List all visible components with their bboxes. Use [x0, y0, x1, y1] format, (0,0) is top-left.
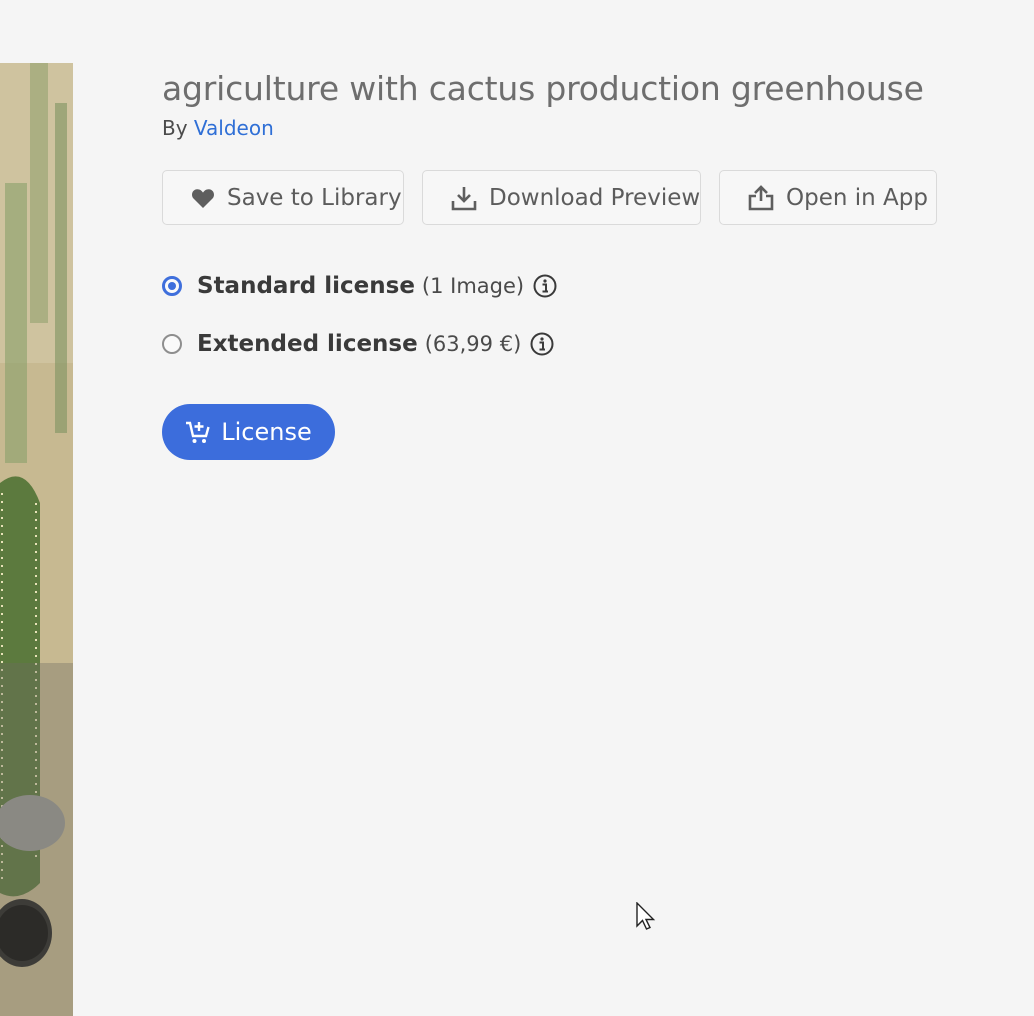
standard-license-radio[interactable] — [162, 276, 182, 296]
license-name: Standard license — [197, 273, 415, 299]
mouse-pointer-icon — [636, 901, 656, 932]
asset-preview-image — [0, 63, 73, 1016]
heart-icon — [191, 185, 215, 211]
license-options: Standard license (1 Image) Extended lice… — [162, 266, 557, 382]
save-to-library-label: Save to Library — [227, 184, 402, 211]
asset-details-panel: agriculture with cactus production green… — [162, 66, 1002, 460]
open-in-app-button[interactable]: Open in App — [719, 170, 937, 225]
author-link[interactable]: Valdeon — [194, 116, 274, 140]
info-icon[interactable] — [530, 332, 554, 356]
license-detail: (63,99 €) — [424, 332, 522, 356]
by-label: By — [162, 116, 188, 140]
save-to-library-button[interactable]: Save to Library — [162, 170, 404, 225]
asset-title: agriculture with cactus production green… — [162, 69, 924, 108]
download-icon — [451, 185, 477, 211]
license-button-label: License — [221, 418, 312, 446]
asset-actions: Save to Library Download Preview Open in… — [162, 170, 937, 225]
share-icon — [748, 184, 774, 211]
cart-add-icon — [185, 419, 211, 445]
open-in-app-label: Open in App — [786, 184, 928, 211]
extended-license-radio[interactable] — [162, 334, 182, 354]
license-detail: (1 Image) — [421, 274, 525, 298]
license-button[interactable]: License — [162, 404, 335, 460]
asset-byline: By Valdeon — [162, 115, 1002, 141]
license-name: Extended license — [197, 331, 418, 357]
extended-license-option[interactable]: Extended license (63,99 €) — [162, 324, 557, 364]
download-preview-button[interactable]: Download Preview — [422, 170, 701, 225]
standard-license-option[interactable]: Standard license (1 Image) — [162, 266, 557, 306]
download-preview-label: Download Preview — [489, 184, 701, 211]
info-icon[interactable] — [533, 274, 557, 298]
